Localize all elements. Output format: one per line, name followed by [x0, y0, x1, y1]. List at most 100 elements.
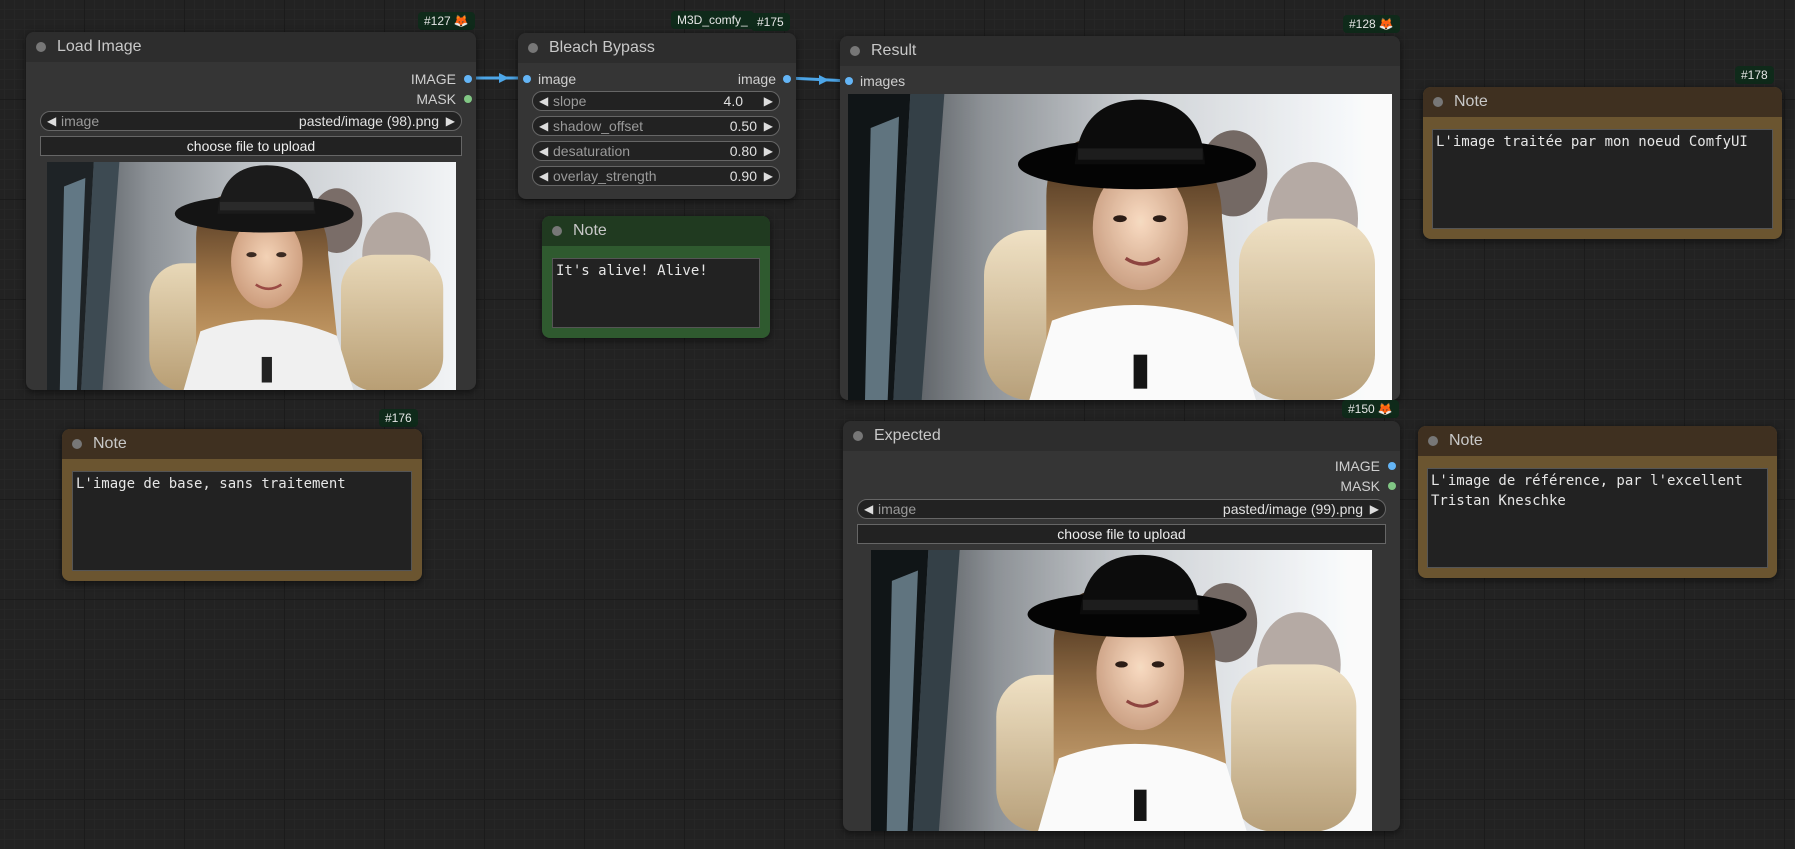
arrow-left-icon[interactable]: ◀ — [47, 112, 56, 130]
node-title: Note — [1454, 93, 1488, 110]
result-image — [848, 94, 1392, 400]
preview-image — [47, 162, 456, 390]
collapse-dot-icon[interactable] — [850, 46, 860, 56]
node-id-badge: #127 🦊 — [418, 12, 475, 30]
node-title: Load Image — [57, 38, 142, 55]
note-reference-node[interactable]: Note L'image de référence, par l'excelle… — [1418, 426, 1777, 578]
note-green-node[interactable]: Note It's alive! Alive! — [542, 216, 770, 338]
collapse-dot-icon[interactable] — [1428, 436, 1438, 446]
input-images-label: images — [860, 73, 906, 89]
param-label: slope — [553, 93, 587, 109]
node-id-badge: #176 — [379, 409, 418, 427]
upload-button[interactable]: choose file to upload — [857, 524, 1386, 544]
arrow-right-icon[interactable]: ▶ — [764, 167, 773, 185]
param-value: 0.50 — [729, 118, 757, 134]
shadow-offset-widget[interactable]: ◀ shadow_offset 0.50 ▶ — [532, 116, 780, 136]
output-image-label: IMAGE — [1334, 458, 1380, 474]
node-id-badge: #175 — [751, 13, 790, 31]
node-title-bar[interactable]: Load Image — [26, 32, 476, 62]
desaturation-widget[interactable]: ◀ desaturation 0.80 ▶ — [532, 141, 780, 161]
bleach-bypass-node[interactable]: Bleach Bypass image image ◀ slope 4.0 ▶ … — [518, 33, 796, 199]
upload-button[interactable]: choose file to upload — [40, 136, 462, 156]
arrow-right-icon[interactable]: ▶ — [764, 92, 773, 110]
arrow-left-icon[interactable]: ◀ — [539, 117, 548, 135]
node-title: Bleach Bypass — [549, 39, 655, 56]
arrow-right-icon[interactable]: ▶ — [1370, 500, 1379, 518]
node-title: Note — [1449, 432, 1483, 449]
widget-value: pasted/image (98).png — [298, 113, 439, 129]
node-id: #128 — [1349, 17, 1376, 31]
slope-widget[interactable]: ◀ slope 4.0 ▶ — [532, 91, 780, 111]
arrow-right-icon[interactable]: ▶ — [764, 142, 773, 160]
node-title-bar[interactable]: Note — [1418, 426, 1777, 456]
collapse-dot-icon[interactable] — [528, 43, 538, 53]
node-title-bar[interactable]: Note — [542, 216, 770, 246]
collapse-dot-icon[interactable] — [72, 439, 82, 449]
note-textarea[interactable]: L'image de base, sans traitement — [72, 471, 412, 571]
node-id-badge: #178 — [1735, 66, 1774, 84]
load-image-node[interactable]: Load Image IMAGE MASK ◀ image pasted/ima… — [26, 32, 476, 390]
output-mask-slot[interactable] — [1388, 482, 1396, 490]
arrow-left-icon[interactable]: ◀ — [539, 92, 548, 110]
node-id-badge: #150 🦊 — [1342, 400, 1399, 418]
note-textarea[interactable]: L'image de référence, par l'excellent Tr… — [1427, 468, 1768, 568]
image-select-widget[interactable]: ◀ image pasted/image (98).png ▶ — [40, 111, 462, 131]
arrow-left-icon[interactable]: ◀ — [539, 167, 548, 185]
param-label: shadow_offset — [553, 118, 644, 134]
collapse-dot-icon[interactable] — [853, 431, 863, 441]
output-mask-slot[interactable] — [464, 95, 472, 103]
node-id: #150 — [1348, 402, 1375, 416]
node-id: #175 — [757, 15, 784, 29]
image-select-widget[interactable]: ◀ image pasted/image (99).png ▶ — [857, 499, 1386, 519]
node-title-bar[interactable]: Note — [1423, 87, 1782, 117]
arrow-left-icon[interactable]: ◀ — [864, 500, 873, 518]
param-label: overlay_strength — [553, 168, 657, 184]
fox-icon: 🦊 — [1378, 17, 1394, 31]
output-image-slot[interactable] — [464, 75, 472, 83]
pack-badge: M3D_comfy_ — [671, 11, 754, 29]
collapse-dot-icon[interactable] — [552, 226, 562, 236]
arrow-right-icon[interactable]: ▶ — [446, 112, 455, 130]
fox-icon: 🦊 — [1377, 402, 1393, 416]
expected-node[interactable]: Expected IMAGE MASK ◀ image pasted/image… — [843, 421, 1400, 831]
node-title-bar[interactable]: Bleach Bypass — [518, 33, 796, 63]
node-id: #176 — [385, 411, 412, 425]
collapse-dot-icon[interactable] — [1433, 97, 1443, 107]
node-id: #178 — [1741, 68, 1768, 82]
note-textarea[interactable]: L'image traitée par mon noeud ComfyUI — [1432, 129, 1773, 229]
output-mask-label: MASK — [1340, 478, 1380, 494]
input-image-slot[interactable] — [523, 75, 531, 83]
overlay-strength-widget[interactable]: ◀ overlay_strength 0.90 ▶ — [532, 166, 780, 186]
collapse-dot-icon[interactable] — [36, 42, 46, 52]
param-value: 4.0 — [723, 93, 743, 109]
link-arrow-1 — [499, 73, 509, 83]
pack-label: M3D_comfy_ — [677, 13, 748, 27]
node-title-bar[interactable]: Result — [840, 36, 1400, 66]
output-image-slot[interactable] — [783, 75, 791, 83]
widget-label: image — [878, 501, 917, 517]
input-image-label: image — [538, 71, 577, 87]
result-node[interactable]: Result images — [840, 36, 1400, 400]
output-image-label: image — [737, 71, 776, 87]
node-id-badge: #128 🦊 — [1343, 15, 1400, 33]
note-176-node[interactable]: Note L'image de base, sans traitement — [62, 429, 422, 581]
arrow-left-icon[interactable]: ◀ — [539, 142, 548, 160]
note-178-node[interactable]: Note L'image traitée par mon noeud Comfy… — [1423, 87, 1782, 239]
node-title: Result — [871, 42, 917, 59]
output-image-slot[interactable] — [1388, 462, 1396, 470]
node-title-bar[interactable]: Note — [62, 429, 422, 459]
param-value: 0.90 — [729, 168, 757, 184]
node-title: Expected — [874, 427, 941, 444]
widget-value: pasted/image (99).png — [1222, 501, 1363, 517]
input-images-slot[interactable] — [845, 77, 853, 85]
widget-label: image — [61, 113, 100, 129]
link-arrow-2 — [819, 75, 829, 85]
arrow-right-icon[interactable]: ▶ — [764, 117, 773, 135]
fox-icon: 🦊 — [453, 14, 469, 28]
note-textarea[interactable]: It's alive! Alive! — [552, 258, 760, 328]
expected-image — [871, 550, 1372, 831]
node-title: Note — [93, 435, 127, 452]
node-title-bar[interactable]: Expected — [843, 421, 1400, 451]
output-image-label: IMAGE — [410, 71, 456, 87]
output-mask-label: MASK — [416, 91, 456, 107]
